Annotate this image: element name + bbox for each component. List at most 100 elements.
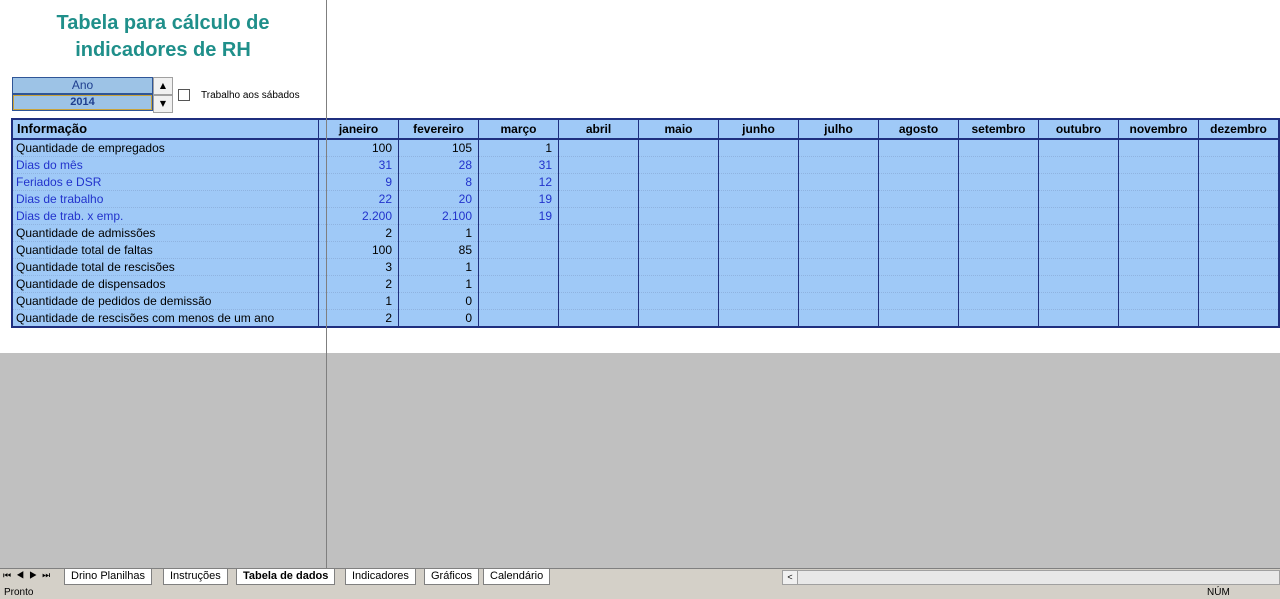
cell-junho[interactable] <box>718 190 799 208</box>
sheet-tab-3[interactable]: Indicadores <box>345 569 416 585</box>
cell-novembro[interactable] <box>1118 241 1199 259</box>
cell-dezembro[interactable] <box>1198 241 1279 259</box>
cell-agosto[interactable] <box>878 241 959 259</box>
row-label[interactable]: Quantidade de dispensados <box>11 275 319 293</box>
cell-novembro[interactable] <box>1118 224 1199 242</box>
cell-janeiro[interactable]: 2.200 <box>318 207 399 225</box>
cell-outubro[interactable] <box>1038 275 1119 293</box>
sheet-tab-2[interactable]: Tabela de dados <box>236 569 336 585</box>
cell-setembro[interactable] <box>958 309 1039 327</box>
cell-julho[interactable] <box>798 309 879 327</box>
cell-março[interactable]: 31 <box>478 156 559 174</box>
scroll-left-button[interactable]: < <box>783 571 798 584</box>
cell-agosto[interactable] <box>878 292 959 310</box>
cell-maio[interactable] <box>638 207 719 225</box>
cell-janeiro[interactable]: 2 <box>318 309 399 327</box>
cell-março[interactable]: 12 <box>478 173 559 191</box>
cell-outubro[interactable] <box>1038 138 1119 157</box>
cell-março[interactable] <box>478 241 559 259</box>
cell-fevereiro[interactable]: 8 <box>398 173 479 191</box>
cell-outubro[interactable] <box>1038 190 1119 208</box>
cell-dezembro[interactable] <box>1198 207 1279 225</box>
cell-outubro[interactable] <box>1038 207 1119 225</box>
cell-fevereiro[interactable]: 2.100 <box>398 207 479 225</box>
cell-abril[interactable] <box>558 309 639 327</box>
cell-novembro[interactable] <box>1118 207 1199 225</box>
cell-abril[interactable] <box>558 190 639 208</box>
cell-dezembro[interactable] <box>1198 173 1279 191</box>
freeze-pane-divider[interactable] <box>326 0 327 568</box>
year-input[interactable]: 2014 <box>12 94 153 111</box>
cell-agosto[interactable] <box>878 224 959 242</box>
cell-agosto[interactable] <box>878 156 959 174</box>
cell-dezembro[interactable] <box>1198 309 1279 327</box>
row-label[interactable]: Feriados e DSR <box>11 173 319 191</box>
cell-abril[interactable] <box>558 275 639 293</box>
cell-abril[interactable] <box>558 241 639 259</box>
row-label[interactable]: Quantidade total de rescisões <box>11 258 319 276</box>
cell-novembro[interactable] <box>1118 138 1199 157</box>
cell-novembro[interactable] <box>1118 173 1199 191</box>
row-label[interactable]: Quantidade de pedidos de demissão <box>11 292 319 310</box>
cell-maio[interactable] <box>638 156 719 174</box>
cell-julho[interactable] <box>798 292 879 310</box>
cell-junho[interactable] <box>718 207 799 225</box>
cell-junho[interactable] <box>718 309 799 327</box>
cell-abril[interactable] <box>558 138 639 157</box>
cell-junho[interactable] <box>718 156 799 174</box>
cell-julho[interactable] <box>798 258 879 276</box>
cell-abril[interactable] <box>558 224 639 242</box>
cell-maio[interactable] <box>638 275 719 293</box>
cell-abril[interactable] <box>558 292 639 310</box>
cell-março[interactable] <box>478 258 559 276</box>
cell-fevereiro[interactable]: 1 <box>398 275 479 293</box>
cell-março[interactable] <box>478 309 559 327</box>
cell-agosto[interactable] <box>878 138 959 157</box>
cell-maio[interactable] <box>638 292 719 310</box>
cell-outubro[interactable] <box>1038 258 1119 276</box>
cell-janeiro[interactable]: 31 <box>318 156 399 174</box>
row-label[interactable]: Quantidade de empregados <box>11 138 319 157</box>
cell-abril[interactable] <box>558 156 639 174</box>
cell-novembro[interactable] <box>1118 292 1199 310</box>
saturday-work-checkbox[interactable] <box>178 89 190 101</box>
cell-setembro[interactable] <box>958 156 1039 174</box>
cell-novembro[interactable] <box>1118 309 1199 327</box>
row-label[interactable]: Dias de trab. x emp. <box>11 207 319 225</box>
cell-março[interactable]: 19 <box>478 207 559 225</box>
tab-navigation-arrows[interactable]: ⏮◀▶⏭ <box>3 570 55 581</box>
cell-janeiro[interactable]: 100 <box>318 241 399 259</box>
sheet-tab-4[interactable]: Gráficos <box>424 569 479 585</box>
cell-julho[interactable] <box>798 190 879 208</box>
cell-agosto[interactable] <box>878 309 959 327</box>
cell-dezembro[interactable] <box>1198 224 1279 242</box>
cell-julho[interactable] <box>798 275 879 293</box>
cell-dezembro[interactable] <box>1198 275 1279 293</box>
cell-junho[interactable] <box>718 275 799 293</box>
cell-maio[interactable] <box>638 309 719 327</box>
cell-outubro[interactable] <box>1038 156 1119 174</box>
cell-outubro[interactable] <box>1038 309 1119 327</box>
cell-junho[interactable] <box>718 258 799 276</box>
cell-julho[interactable] <box>798 156 879 174</box>
cell-setembro[interactable] <box>958 224 1039 242</box>
cell-junho[interactable] <box>718 292 799 310</box>
cell-abril[interactable] <box>558 173 639 191</box>
cell-setembro[interactable] <box>958 241 1039 259</box>
cell-março[interactable] <box>478 275 559 293</box>
cell-dezembro[interactable] <box>1198 258 1279 276</box>
cell-julho[interactable] <box>798 138 879 157</box>
cell-fevereiro[interactable]: 105 <box>398 138 479 157</box>
cell-agosto[interactable] <box>878 207 959 225</box>
cell-abril[interactable] <box>558 207 639 225</box>
cell-novembro[interactable] <box>1118 156 1199 174</box>
cell-janeiro[interactable]: 3 <box>318 258 399 276</box>
cell-agosto[interactable] <box>878 258 959 276</box>
cell-maio[interactable] <box>638 190 719 208</box>
row-label[interactable]: Quantidade de rescisões com menos de um … <box>11 309 319 327</box>
row-label[interactable]: Dias do mês <box>11 156 319 174</box>
sheet-tab-0[interactable]: Drino Planilhas <box>64 569 152 585</box>
cell-fevereiro[interactable]: 85 <box>398 241 479 259</box>
cell-fevereiro[interactable]: 28 <box>398 156 479 174</box>
cell-junho[interactable] <box>718 241 799 259</box>
